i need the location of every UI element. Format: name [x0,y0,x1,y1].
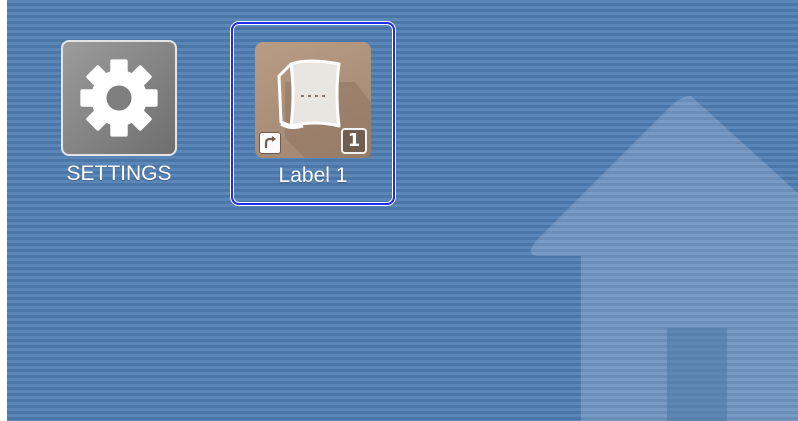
label-count-badge: 1 [341,128,367,154]
settings-label: SETTINGS [66,162,172,185]
link-badge-icon [259,132,281,154]
label-1-tile[interactable]: 1 [255,42,371,158]
gear-icon [80,59,158,137]
label-1-app[interactable]: 1 Label 1 [231,22,395,205]
home-screen: SETTINGS 1 Label 1 [7,0,798,421]
home-icon [530,96,798,421]
settings-app[interactable]: SETTINGS [59,40,179,186]
label-1-label: Label 1 [278,164,348,187]
settings-tile[interactable] [61,40,177,156]
